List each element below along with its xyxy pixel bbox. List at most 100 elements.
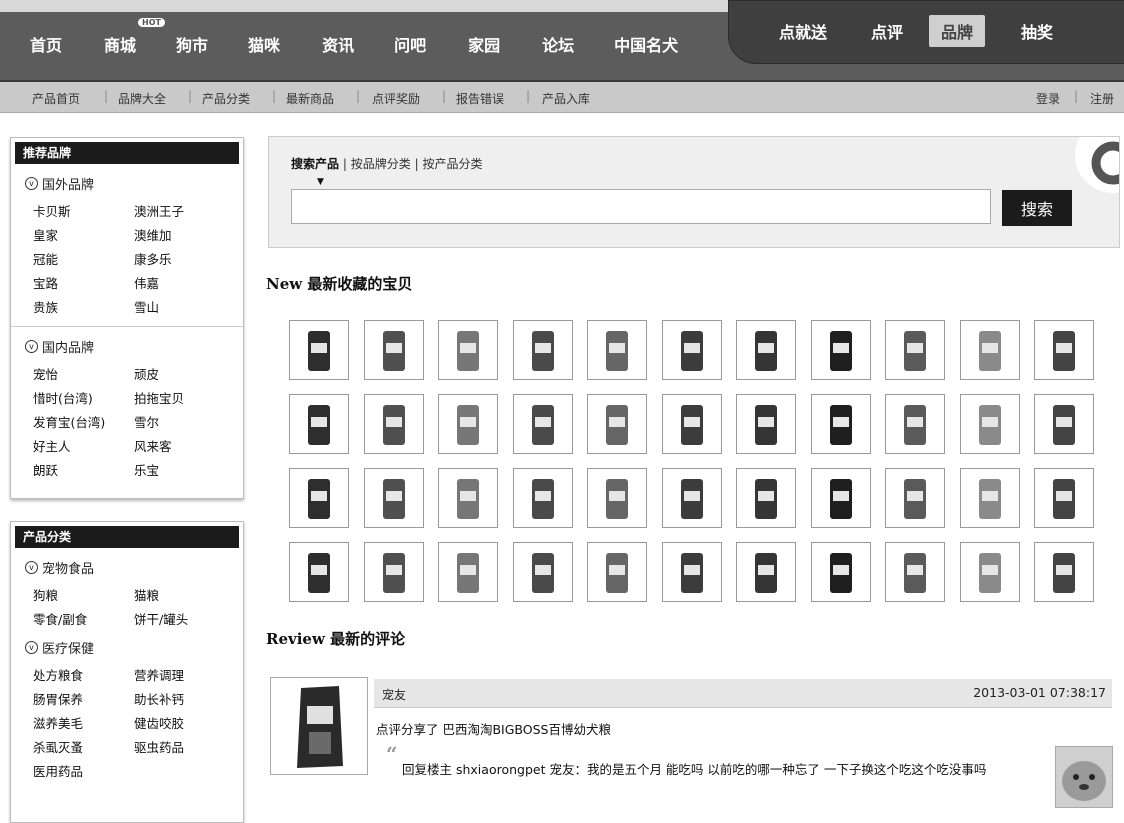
group-title[interactable]: v 国外品牌 bbox=[25, 174, 243, 193]
search-input[interactable] bbox=[291, 189, 991, 224]
category-link[interactable]: 助长补钙 bbox=[134, 689, 235, 708]
subnav-report-error[interactable]: 报告错误 bbox=[456, 90, 504, 107]
product-thumbnail[interactable] bbox=[661, 542, 722, 602]
login-link[interactable]: 登录 bbox=[1036, 90, 1060, 107]
product-thumbnail[interactable] bbox=[959, 542, 1020, 602]
brand-link[interactable]: 风来客 bbox=[134, 436, 235, 455]
product-thumbnail[interactable] bbox=[363, 320, 424, 380]
product-thumbnail[interactable] bbox=[885, 542, 945, 602]
nav-item-lottery[interactable]: 抽奖 bbox=[1021, 19, 1053, 43]
brand-link[interactable]: 发育宝(台湾) bbox=[33, 412, 134, 431]
brand-link[interactable]: 好主人 bbox=[33, 436, 134, 455]
product-thumbnail[interactable] bbox=[959, 394, 1020, 454]
product-thumbnail[interactable] bbox=[363, 468, 424, 528]
nav-item-cats[interactable]: 猫咪 bbox=[248, 32, 280, 56]
brand-link[interactable]: 皇家 bbox=[33, 225, 134, 244]
product-thumbnail[interactable] bbox=[512, 468, 573, 528]
product-thumbnail[interactable] bbox=[587, 542, 647, 602]
category-link[interactable]: 滋养美毛 bbox=[33, 713, 134, 732]
product-thumbnail[interactable] bbox=[438, 394, 498, 454]
group-title[interactable]: v 宠物食品 bbox=[25, 558, 243, 577]
product-thumbnail[interactable] bbox=[661, 468, 722, 528]
product-thumbnail[interactable] bbox=[736, 542, 796, 602]
nav-item-review[interactable]: 点评 bbox=[871, 19, 903, 43]
search-tab-products[interactable]: 搜索产品 bbox=[291, 157, 339, 171]
brand-link[interactable]: 卡贝斯 bbox=[33, 201, 134, 220]
product-thumbnail[interactable] bbox=[512, 542, 573, 602]
product-thumbnail[interactable] bbox=[1034, 542, 1094, 602]
nav-item-mall[interactable]: HOT 商城 bbox=[104, 18, 165, 56]
product-thumbnail[interactable] bbox=[885, 468, 945, 528]
nav-item-click-send[interactable]: 点就送 bbox=[779, 19, 827, 43]
product-thumbnail[interactable] bbox=[810, 542, 871, 602]
subnav-latest[interactable]: 最新商品 bbox=[286, 90, 334, 107]
product-thumbnail[interactable] bbox=[289, 468, 349, 528]
search-tab-by-category[interactable]: 按产品分类 bbox=[422, 157, 482, 171]
nav-item-home[interactable]: 首页 bbox=[30, 32, 62, 56]
category-link[interactable]: 猫粮 bbox=[134, 585, 235, 604]
product-thumbnail[interactable] bbox=[438, 542, 498, 602]
subnav-review-rewards[interactable]: 点评奖励 bbox=[372, 90, 420, 107]
brand-link[interactable]: 拍拖宝贝 bbox=[134, 388, 235, 407]
subnav-brand-list[interactable]: 品牌大全 bbox=[118, 90, 166, 107]
product-thumbnail[interactable] bbox=[810, 320, 871, 380]
product-thumbnail[interactable] bbox=[587, 468, 647, 528]
brand-link[interactable]: 康多乐 bbox=[134, 249, 235, 268]
product-thumbnail[interactable] bbox=[810, 394, 871, 454]
product-thumbnail[interactable] bbox=[438, 320, 498, 380]
brand-link[interactable]: 伟嘉 bbox=[134, 273, 235, 292]
product-thumbnail[interactable] bbox=[587, 320, 647, 380]
category-link[interactable]: 健齿咬胶 bbox=[134, 713, 235, 732]
brand-link[interactable]: 乐宝 bbox=[134, 460, 235, 479]
product-thumbnail[interactable] bbox=[512, 320, 573, 380]
product-thumbnail[interactable] bbox=[289, 394, 349, 454]
search-tab-by-brand[interactable]: 按品牌分类 bbox=[351, 157, 411, 171]
brand-link[interactable]: 顽皮 bbox=[134, 364, 235, 383]
product-thumbnail[interactable] bbox=[1034, 468, 1094, 528]
nav-item-dog-market[interactable]: 狗市 bbox=[176, 32, 208, 56]
category-link[interactable]: 零食/副食 bbox=[33, 609, 134, 628]
register-link[interactable]: 注册 bbox=[1090, 90, 1114, 107]
category-link[interactable]: 营养调理 bbox=[134, 665, 235, 684]
avatar[interactable] bbox=[1055, 746, 1113, 808]
product-thumbnail[interactable] bbox=[810, 468, 871, 528]
product-thumbnail[interactable] bbox=[959, 468, 1020, 528]
product-thumbnail[interactable] bbox=[959, 320, 1020, 380]
brand-link[interactable]: 朗跃 bbox=[33, 460, 134, 479]
subnav-categories[interactable]: 产品分类 bbox=[202, 90, 250, 107]
review-product-image[interactable] bbox=[270, 677, 368, 775]
nav-item-forum[interactable]: 论坛 bbox=[542, 32, 574, 56]
review-username[interactable]: 宠友 bbox=[382, 686, 406, 703]
brand-link[interactable]: 宝路 bbox=[33, 273, 134, 292]
product-thumbnail[interactable] bbox=[736, 320, 796, 380]
nav-item-news[interactable]: 资讯 bbox=[322, 32, 354, 56]
nav-item-brand[interactable]: 品牌 bbox=[929, 15, 986, 47]
product-thumbnail[interactable] bbox=[438, 468, 498, 528]
brand-link[interactable]: 惜时(台湾) bbox=[33, 388, 134, 407]
group-title[interactable]: v 国内品牌 bbox=[25, 337, 243, 356]
category-link[interactable]: 医用药品 bbox=[33, 761, 134, 780]
subnav-add-product[interactable]: 产品入库 bbox=[542, 90, 590, 107]
brand-link[interactable]: 雪山 bbox=[134, 297, 235, 316]
category-link[interactable]: 处方粮食 bbox=[33, 665, 134, 684]
group-title[interactable]: v 医疗保健 bbox=[25, 638, 243, 657]
product-thumbnail[interactable] bbox=[1034, 320, 1094, 380]
brand-link[interactable]: 冠能 bbox=[33, 249, 134, 268]
product-thumbnail[interactable] bbox=[289, 320, 349, 380]
product-thumbnail[interactable] bbox=[363, 542, 424, 602]
product-thumbnail[interactable] bbox=[736, 394, 796, 454]
subnav-product-home[interactable]: 产品首页 bbox=[32, 90, 80, 107]
product-thumbnail[interactable] bbox=[289, 542, 349, 602]
product-thumbnail[interactable] bbox=[661, 394, 722, 454]
brand-link[interactable]: 贵族 bbox=[33, 297, 134, 316]
product-thumbnail[interactable] bbox=[885, 394, 945, 454]
nav-item-ask[interactable]: 问吧 bbox=[394, 32, 426, 56]
product-thumbnail[interactable] bbox=[363, 394, 424, 454]
nav-item-home-garden[interactable]: 家园 bbox=[468, 32, 500, 56]
category-link[interactable]: 狗粮 bbox=[33, 585, 134, 604]
product-thumbnail[interactable] bbox=[512, 394, 573, 454]
product-thumbnail[interactable] bbox=[885, 320, 945, 380]
category-link[interactable]: 肠胃保养 bbox=[33, 689, 134, 708]
category-link[interactable]: 驱虫药品 bbox=[134, 737, 235, 756]
product-thumbnail[interactable] bbox=[661, 320, 722, 380]
